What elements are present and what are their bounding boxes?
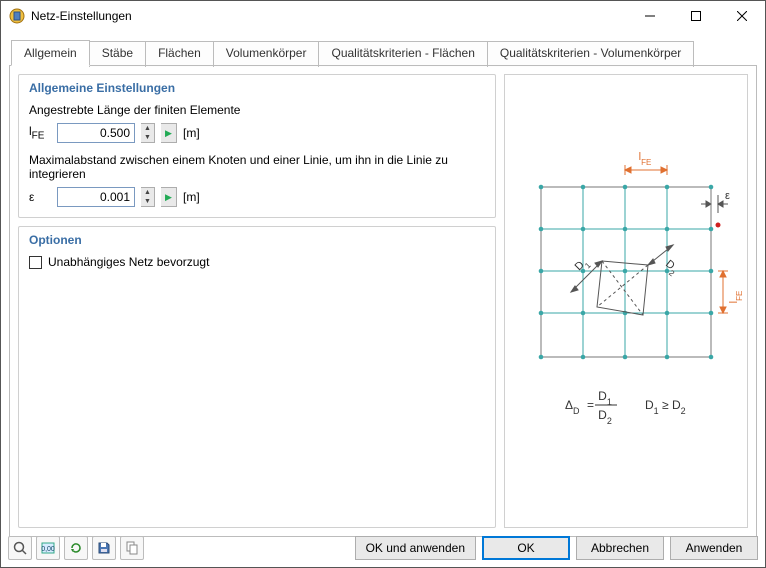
close-button[interactable]: [719, 1, 765, 31]
toolbar-search-button[interactable]: [8, 536, 32, 560]
toolbar-refresh-button[interactable]: [64, 536, 88, 560]
tabstrip: Allgemein Stäbe Flächen Volumenkörper Qu…: [11, 39, 757, 65]
spinner-lfe[interactable]: ▲▼: [141, 123, 155, 143]
save-icon: [96, 540, 112, 556]
chevron-up-icon: ▲: [141, 124, 154, 133]
toolbar-save-button[interactable]: [92, 536, 116, 560]
tab-staebe[interactable]: Stäbe: [89, 41, 146, 67]
toolbar-units-button[interactable]: 0,00: [36, 536, 60, 560]
svg-text:D2: D2: [661, 258, 681, 278]
ok-and-apply-button[interactable]: OK und anwenden: [355, 536, 476, 560]
cancel-button[interactable]: Abbrechen: [576, 536, 664, 560]
tab-flaechen[interactable]: Flächen: [145, 41, 214, 67]
apply-button[interactable]: Anwenden: [670, 536, 758, 560]
titlebar: Netz-Einstellungen: [1, 1, 765, 31]
input-lfe[interactable]: [57, 123, 135, 143]
input-epsilon[interactable]: [57, 187, 135, 207]
label-target-length: Angestrebte Länge der finiten Elemente: [29, 103, 485, 117]
label-max-distance: Maximalabstand zwischen einem Knoten und…: [29, 153, 485, 181]
ok-button[interactable]: OK: [482, 536, 570, 560]
group-title-options: Optionen: [29, 233, 485, 247]
toolbar-copy-button[interactable]: [120, 536, 144, 560]
app-icon: [9, 8, 25, 24]
window-title: Netz-Einstellungen: [31, 9, 627, 23]
svg-text:=: =: [587, 398, 594, 412]
svg-text:0,00: 0,00: [41, 546, 55, 553]
group-general-settings: Allgemeine Einstellungen Angestrebte Län…: [18, 74, 496, 218]
maximize-button[interactable]: [673, 1, 719, 31]
chevron-down-icon: ▼: [141, 133, 154, 142]
search-icon: [12, 540, 28, 556]
tab-qualitaet-volumen[interactable]: Qualitätskriterien - Volumenkörper: [487, 41, 694, 67]
diagram-epsilon-label: ε: [725, 190, 730, 202]
svg-text:lFE: lFE: [728, 291, 744, 304]
tab-volumenkoerper[interactable]: Volumenkörper: [213, 41, 320, 67]
svg-text:D1: D1: [598, 389, 612, 407]
play-icon: ▶: [165, 128, 172, 139]
unit-lfe: [m]: [183, 126, 200, 140]
mesh-diagram: lFE lFE: [505, 75, 747, 527]
checkbox-label-independent-mesh: Unabhängiges Netz bevorzugt: [48, 255, 209, 269]
chevron-down-icon: ▼: [141, 197, 154, 206]
diagram-panel: lFE lFE: [504, 74, 748, 528]
apply-epsilon-button[interactable]: ▶: [161, 187, 177, 207]
svg-text:D1 ≥ D2: D1 ≥ D2: [645, 398, 686, 416]
play-icon: ▶: [165, 192, 172, 203]
symbol-lfe: lFE: [29, 124, 51, 141]
copy-icon: [124, 540, 140, 556]
unit-epsilon: [m]: [183, 190, 200, 204]
apply-lfe-button[interactable]: ▶: [161, 123, 177, 143]
tab-qualitaet-flaechen[interactable]: Qualitätskriterien - Flächen: [318, 41, 487, 67]
decimal-icon: 0,00: [40, 540, 56, 556]
group-title-general: Allgemeine Einstellungen: [29, 81, 485, 95]
diagram-outlier-node: [716, 223, 721, 228]
chevron-up-icon: ▲: [141, 188, 154, 197]
svg-text:D2: D2: [598, 408, 612, 426]
tab-allgemein[interactable]: Allgemein: [11, 40, 90, 66]
refresh-icon: [68, 540, 84, 556]
svg-text:lFE: lFE: [639, 151, 652, 167]
checkbox-independent-mesh[interactable]: [29, 256, 42, 269]
minimize-button[interactable]: [627, 1, 673, 31]
group-options: Optionen Unabhängiges Netz bevorzugt: [18, 226, 496, 528]
svg-text:ΔD: ΔD: [565, 398, 580, 416]
symbol-epsilon: ε: [29, 190, 51, 204]
spinner-epsilon[interactable]: ▲▼: [141, 187, 155, 207]
